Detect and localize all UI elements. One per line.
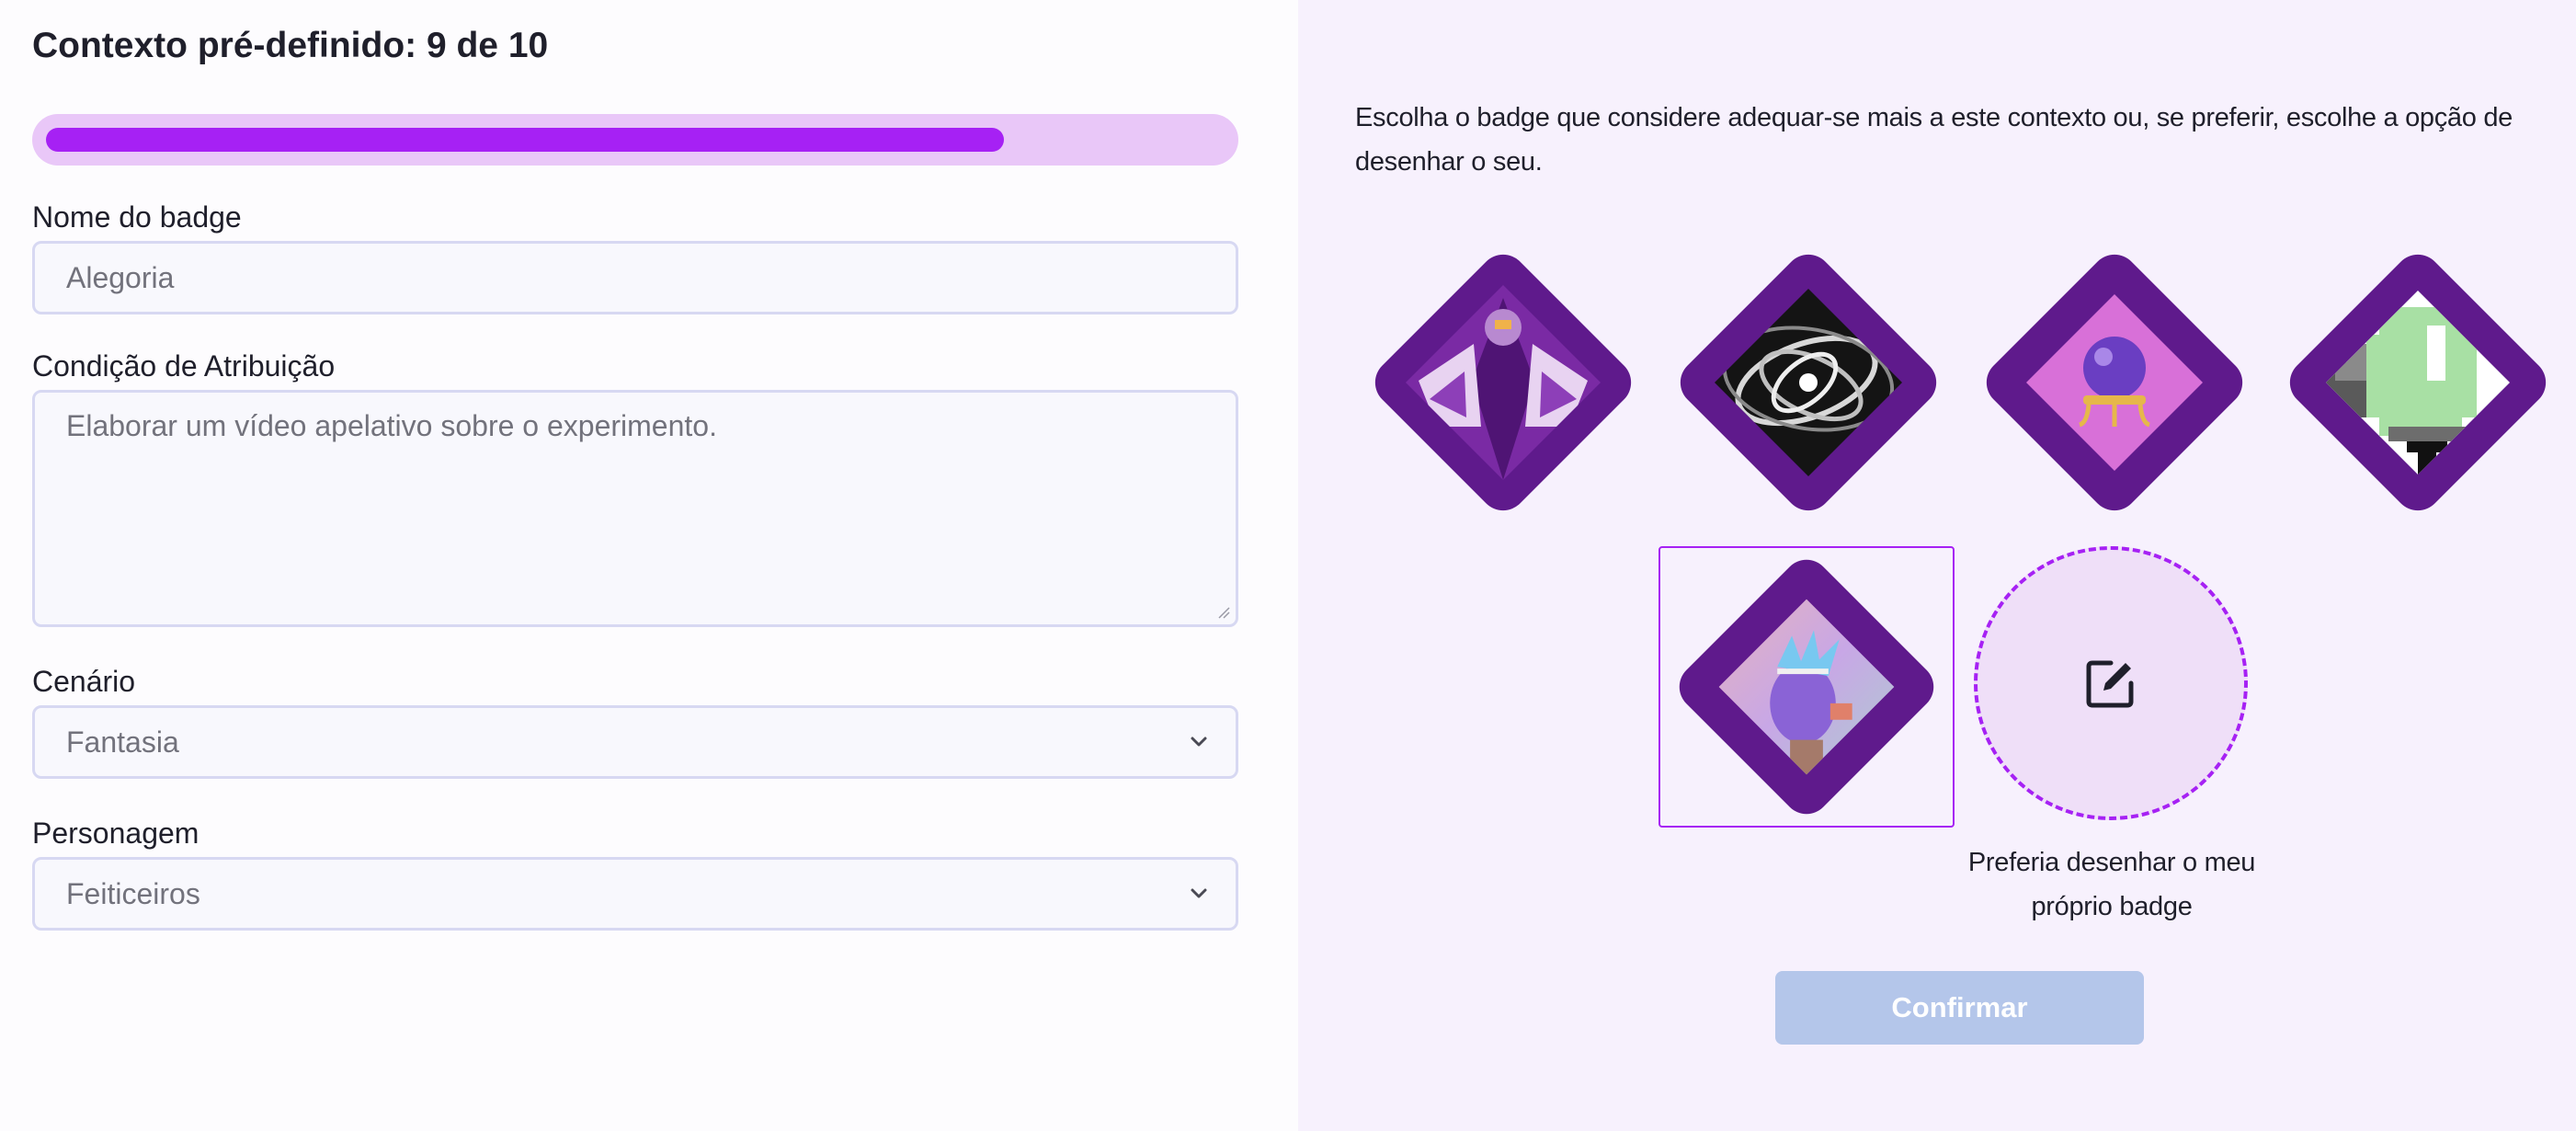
badge-option-swirl[interactable] xyxy=(1669,243,1948,522)
progress-bar xyxy=(32,114,1238,166)
badge-option-pixel-tree[interactable] xyxy=(2278,243,2558,522)
context-form-panel: Contexto pré-definido: 9 de 10 Nome do b… xyxy=(0,0,1298,1131)
scenario-label: Cenário xyxy=(32,665,136,698)
spiky-hair-character-badge-icon xyxy=(1679,559,1934,815)
chevron-down-icon xyxy=(1191,737,1207,747)
badge-option-spiky-character[interactable] xyxy=(1658,546,1955,828)
badge-instructions: Escolha o badge que considere adequar-se… xyxy=(1355,103,2513,177)
condition-label: Condição de Atribuição xyxy=(32,349,336,383)
badge-name-placeholder: Alegoria xyxy=(66,260,175,294)
swirl-vortex-badge-icon xyxy=(1680,254,1937,511)
page-title: Contexto pré-definido: 9 de 10 xyxy=(32,26,549,65)
draw-own-badge-caption: Preferia desenhar o meu próprio badge xyxy=(1967,848,2256,921)
badge-picker-panel: Escolha o badge que considere adequar-se… xyxy=(1298,0,2576,1131)
character-label: Personagem xyxy=(32,817,199,850)
progress-bar-fill xyxy=(46,128,1004,152)
badge-creation-page: Contexto pré-definido: 9 de 10 Nome do b… xyxy=(0,0,2576,1131)
character-value: Feiticeiros xyxy=(66,876,200,910)
edit-pencil-icon xyxy=(2086,660,2134,708)
badge-option-crystal-ball[interactable] xyxy=(1975,243,2254,522)
scenario-value: Fantasia xyxy=(66,725,179,759)
resize-grip-icon[interactable] xyxy=(1217,606,1230,619)
confirm-button[interactable]: Confirmar xyxy=(1775,971,2144,1045)
draw-own-badge-button[interactable] xyxy=(1974,546,2248,820)
hooded-sorcerer-badge-icon xyxy=(1374,254,1632,511)
badge-option-hooded-sorcerer[interactable] xyxy=(1363,243,1643,522)
badge-name-label: Nome do badge xyxy=(32,200,242,234)
chevron-down-icon xyxy=(1191,888,1207,898)
condition-textarea[interactable]: Elaborar um vídeo apelativo sobre o expe… xyxy=(32,390,1238,627)
scenario-select[interactable]: Fantasia xyxy=(32,705,1238,779)
crystal-ball-badge-icon xyxy=(1986,254,2243,511)
condition-placeholder: Elaborar um vídeo apelativo sobre o expe… xyxy=(66,409,717,442)
character-select[interactable]: Feiticeiros xyxy=(32,857,1238,931)
pixel-tree-badge-icon xyxy=(2289,254,2547,511)
badge-name-input[interactable]: Alegoria xyxy=(32,241,1238,314)
